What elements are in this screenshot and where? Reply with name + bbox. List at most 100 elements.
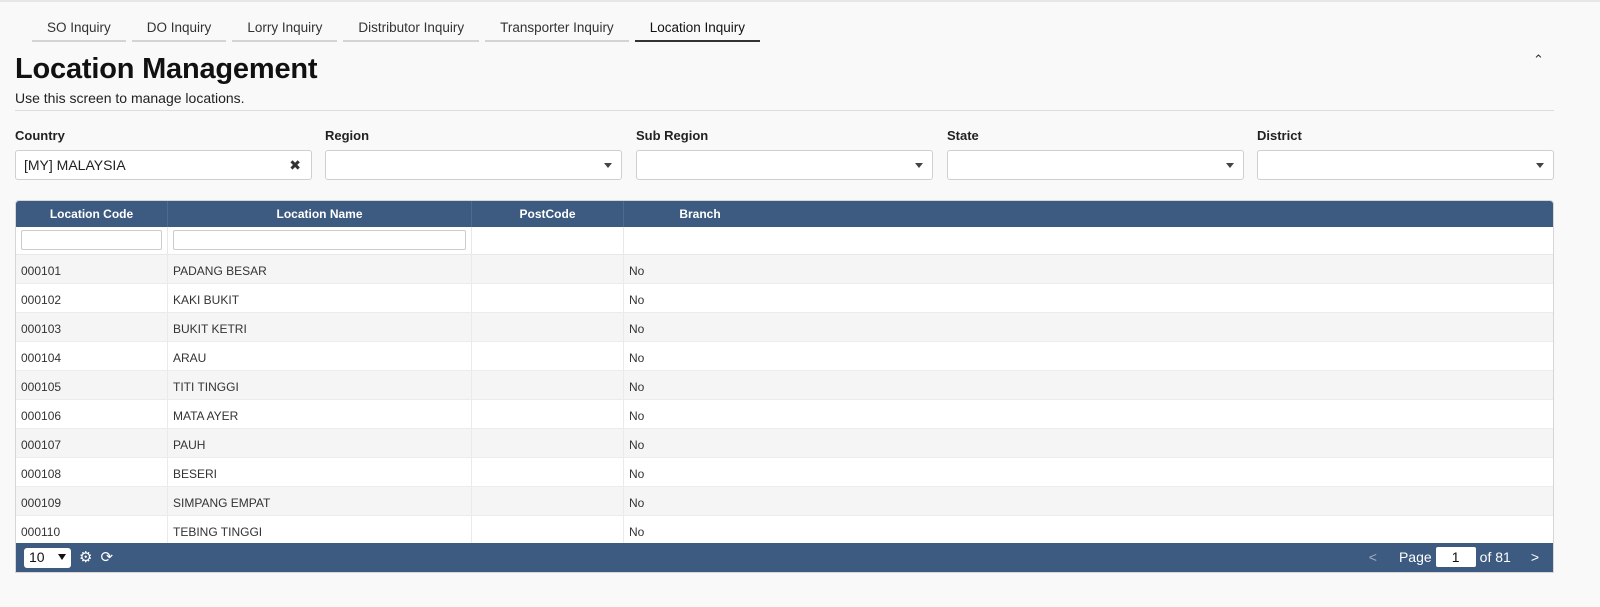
column-header-branch[interactable]: Branch [624,201,776,227]
next-page-button[interactable]: > [1531,549,1539,565]
sub-region-filter: Sub Region [636,128,933,180]
page-size-select[interactable]: 10 [24,547,71,568]
tab-location-inquiry[interactable]: Location Inquiry [634,16,760,42]
state-label: State [947,128,979,143]
cell-location-code: 000108 [16,458,168,486]
page-size-value: 10 [29,548,45,565]
tab-transporter-inquiry[interactable]: Transporter Inquiry [485,16,629,42]
cell-branch: No [629,264,645,278]
cell-postcode [472,400,624,428]
cell-branch: No [629,525,645,539]
tab-lorry-inquiry[interactable]: Lorry Inquiry [232,16,338,42]
cell-location-code: 000110 [16,516,168,544]
cell-location-name: TEBING TINGGI [168,516,472,544]
cell-location-code: 000101 [16,255,168,283]
column-header-location-name[interactable]: Location Name [168,201,472,227]
filter-cell-location-name [168,227,472,254]
cell-empty [776,371,1553,399]
cell-empty [776,313,1553,341]
cell-empty [776,284,1553,312]
cell-location-code: 000103 [16,313,168,341]
table-row[interactable]: 000110 TEBING TINGGI No [16,516,1553,545]
cell-branch: No [629,351,645,365]
grid-filter-row [16,227,1553,255]
grid-body: 000101 PADANG BESAR No 000102 KAKI BUKIT… [16,255,1553,545]
grid-header: Location Code Location Name PostCode Bra… [16,201,1553,227]
location-code-filter-input[interactable] [21,230,162,250]
tab-do-inquiry[interactable]: DO Inquiry [131,16,227,42]
header-divider [15,110,1554,111]
cell-empty [776,516,1553,544]
cell-branch: No [629,496,645,510]
cell-location-name: MATA AYER [168,400,472,428]
cell-location-name: PAUH [168,429,472,457]
table-row[interactable]: 000103 BUKIT KETRI No [16,313,1553,342]
column-header-postcode[interactable]: PostCode [472,201,624,227]
district-filter: District [1257,128,1554,180]
cell-location-code: 000102 [16,284,168,312]
refresh-icon[interactable]: ⟳ [100,550,113,565]
clear-icon[interactable]: ✖ [289,157,301,174]
cell-branch: No [629,409,645,423]
collapse-chevron-up-icon[interactable]: ⌃ [1533,52,1544,68]
cell-location-code: 000104 [16,342,168,370]
cell-location-name: ARAU [168,342,472,370]
sub-region-select[interactable] [636,150,933,180]
cell-branch: No [629,322,645,336]
cell-location-name: BESERI [168,458,472,486]
table-row[interactable]: 000101 PADANG BESAR No [16,255,1553,284]
country-select[interactable]: [MY] MALAYSIA ✖ [15,150,312,180]
tab-so-inquiry[interactable]: SO Inquiry [32,16,126,42]
page-label: Page [1398,549,1432,565]
location-name-filter-input[interactable] [173,230,466,250]
district-label: District [1257,128,1302,143]
cell-location-code: 000105 [16,371,168,399]
current-page-input[interactable] [1435,547,1476,567]
table-row[interactable]: 000108 BESERI No [16,458,1553,487]
total-pages-label: of 81 [1479,549,1511,565]
tab-distributor-inquiry[interactable]: Distributor Inquiry [343,16,480,42]
cell-location-name: TITI TINGGI [168,371,472,399]
filter-cell-location-code [16,227,168,254]
cell-postcode [472,429,624,457]
cell-location-name: SIMPANG EMPAT [168,487,472,515]
region-filter: Region [325,128,622,180]
filter-cell-postcode [472,227,624,254]
table-row[interactable]: 000106 MATA AYER No [16,400,1553,429]
country-filter: Country [MY] MALAYSIA ✖ [15,128,312,180]
chevron-down-icon [915,163,923,168]
table-row[interactable]: 000102 KAKI BUKIT No [16,284,1553,313]
page-subtitle: Use this screen to manage locations. [15,90,245,106]
gear-icon[interactable]: ⚙ [79,550,92,565]
table-row[interactable]: 000105 TITI TINGGI No [16,371,1553,400]
table-row[interactable]: 000109 SIMPANG EMPAT No [16,487,1553,516]
page-title: Location Management [15,53,318,85]
cell-empty [776,429,1553,457]
grid-footer: 10 ⚙ ⟳ < Page of 81 > [16,543,1553,572]
cell-postcode [472,458,624,486]
top-border [0,0,1600,2]
pager: < Page of 81 > [1369,547,1539,567]
country-label: Country [15,128,65,143]
prev-page-button[interactable]: < [1369,549,1377,565]
cell-postcode [472,255,624,283]
table-row[interactable]: 000107 PAUH No [16,429,1553,458]
state-filter: State [947,128,1244,180]
cell-empty [776,458,1553,486]
region-select[interactable] [325,150,622,180]
column-header-location-code[interactable]: Location Code [16,201,168,227]
district-select[interactable] [1257,150,1554,180]
cell-empty [776,255,1553,283]
cell-location-name: KAKI BUKIT [168,284,472,312]
cell-location-name: BUKIT KETRI [168,313,472,341]
cell-location-code: 000107 [16,429,168,457]
state-select[interactable] [947,150,1244,180]
chevron-down-icon [604,163,612,168]
cell-branch: No [629,438,645,452]
location-grid: Location Code Location Name PostCode Bra… [15,200,1554,573]
region-label: Region [325,128,370,143]
cell-branch: No [629,380,645,394]
cell-location-code: 000106 [16,400,168,428]
cell-location-name: PADANG BESAR [168,255,472,283]
table-row[interactable]: 000104 ARAU No [16,342,1553,371]
